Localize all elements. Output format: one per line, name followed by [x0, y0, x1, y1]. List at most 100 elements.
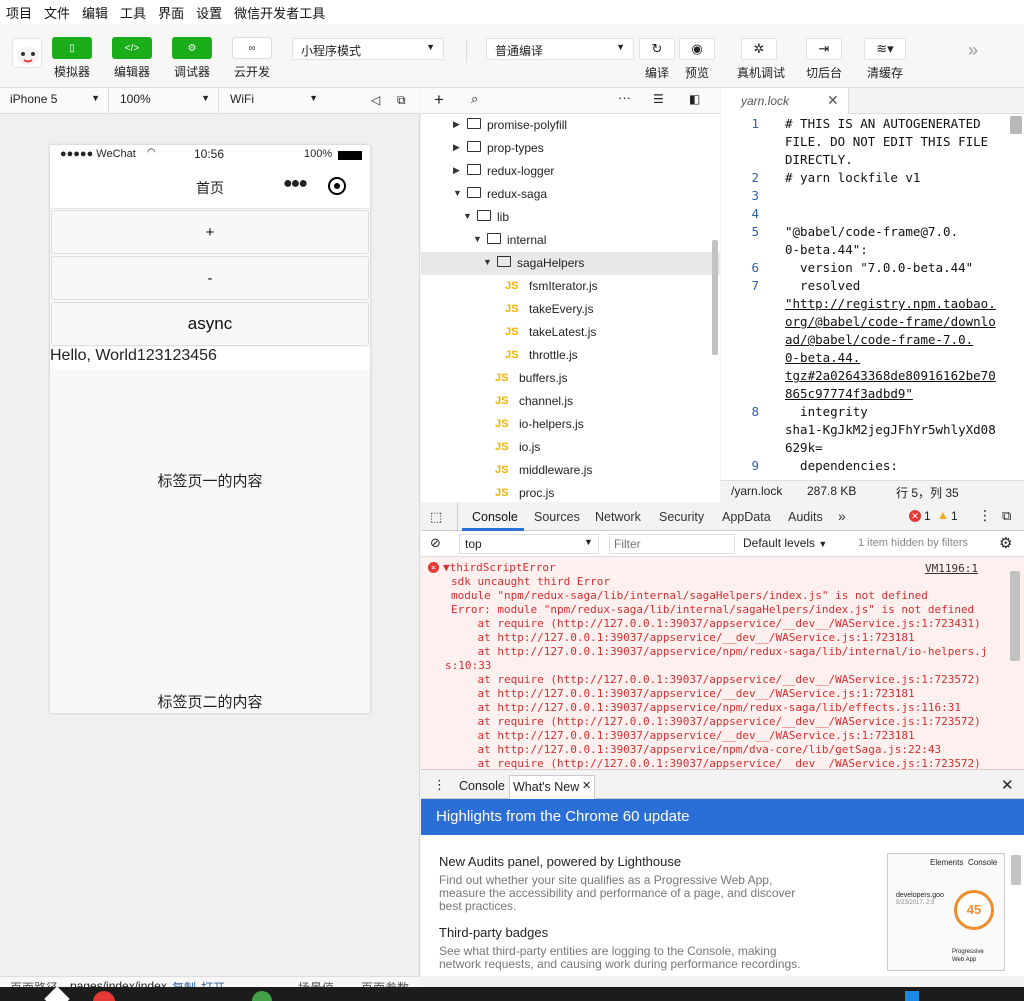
caret-right-icon[interactable]: ▶: [453, 142, 460, 153]
close-icon[interactable]: ✕: [827, 92, 839, 109]
warning-count[interactable]: 1: [951, 509, 958, 523]
increment-button[interactable]: +: [51, 210, 369, 254]
menu-wechat-devtools[interactable]: 微信开发者工具: [228, 3, 331, 22]
search-icon[interactable]: ⌕: [471, 91, 478, 107]
chevron-double-right-icon[interactable]: »: [968, 40, 978, 61]
tab-appdata[interactable]: AppData: [722, 510, 771, 524]
simulator-button[interactable]: ▯ 模拟器: [47, 37, 97, 80]
capsule-close-icon[interactable]: [328, 177, 346, 195]
tree-file[interactable]: JS buffers.js: [421, 367, 720, 390]
clear-console-icon[interactable]: ⊘: [430, 535, 441, 551]
add-icon[interactable]: +: [434, 90, 444, 110]
tab-console[interactable]: Console: [472, 510, 518, 524]
tree-folder[interactable]: ▶ prop-types: [421, 137, 720, 160]
console-filter-input[interactable]: [609, 534, 735, 554]
caret-right-icon[interactable]: ▶: [453, 119, 460, 130]
code-editor[interactable]: 1 # THIS IS AN AUTOGENERATED FILE. DO NOT …: [721, 114, 1024, 480]
collapse-icon[interactable]: ☰: [653, 92, 664, 106]
menu-edit[interactable]: 编辑: [76, 3, 114, 22]
clear-cache-button[interactable]: ≋▾: [864, 38, 906, 60]
error-header[interactable]: ▼thirdScriptError: [443, 561, 556, 574]
tab-network[interactable]: Network: [595, 510, 641, 524]
dock-icon[interactable]: ⧉: [1002, 508, 1011, 524]
cloud-button[interactable]: ∞ 云开发: [227, 37, 277, 80]
app-icon[interactable]: [905, 991, 919, 1001]
tree-file[interactable]: JS takeLatest.js: [421, 321, 720, 344]
log-levels-select[interactable]: Default levels ▼: [743, 536, 827, 550]
console-scrollbar[interactable]: [1010, 571, 1020, 661]
folder-icon: [467, 141, 481, 152]
more-dots-icon[interactable]: ●●●: [283, 175, 308, 193]
start-icon[interactable]: [44, 986, 70, 1001]
news-scrollbar[interactable]: [1011, 855, 1021, 885]
tree-folder[interactable]: ▼ redux-saga: [421, 183, 720, 206]
compile-mode-select[interactable]: 普通编译 ▼: [486, 38, 634, 60]
mute-icon[interactable]: ◁: [371, 93, 380, 107]
app-icon[interactable]: [252, 991, 272, 1001]
kebab-menu-icon[interactable]: ⋮: [978, 507, 992, 524]
menu-tools[interactable]: 工具: [114, 3, 152, 22]
tree-file[interactable]: JS proc.js: [421, 482, 720, 502]
tab-audits[interactable]: Audits: [788, 510, 823, 524]
tree-folder[interactable]: ▼ internal: [421, 229, 720, 252]
error-count[interactable]: 1: [924, 509, 931, 523]
menu-file[interactable]: 文件: [38, 3, 76, 22]
close-drawer-icon[interactable]: ✕: [1001, 776, 1014, 794]
phone-status-bar: ●●●●● WeChat ◠ 10:56 100%: [50, 145, 370, 165]
more-tabs-icon[interactable]: »: [838, 508, 846, 524]
source-link[interactable]: VM1196:1: [925, 562, 978, 575]
menu-view[interactable]: 界面: [152, 3, 190, 22]
mode-select[interactable]: 小程序模式 ▼: [292, 38, 444, 60]
app-icon[interactable]: [93, 991, 115, 1001]
avatar[interactable]: [12, 38, 42, 68]
tab-security[interactable]: Security: [659, 510, 704, 524]
caret-down-icon[interactable]: ▼: [483, 257, 492, 267]
editor-scrollbar[interactable]: [1010, 116, 1022, 134]
tree-folder[interactable]: ▼ lib: [421, 206, 720, 229]
network-select[interactable]: WiFi ▼: [230, 92, 318, 106]
caret-right-icon[interactable]: ▶: [453, 165, 460, 176]
settings-gear-icon[interactable]: ⚙: [999, 534, 1012, 552]
eye-icon: ◉: [691, 41, 703, 56]
tree-folder[interactable]: ▼ sagaHelpers: [421, 252, 720, 275]
preview-button[interactable]: ◉: [679, 38, 715, 60]
tab-sources[interactable]: Sources: [534, 510, 580, 524]
tree-file[interactable]: JS channel.js: [421, 390, 720, 413]
tree-folder[interactable]: ▶ promise-polyfill: [421, 114, 720, 137]
caret-down-icon[interactable]: ▼: [453, 188, 462, 198]
drawer-menu-icon[interactable]: ⋮: [433, 777, 446, 793]
device-select[interactable]: iPhone 5 ▼: [10, 92, 100, 106]
decrement-button[interactable]: -: [51, 256, 369, 300]
tree-file[interactable]: JS io-helpers.js: [421, 413, 720, 436]
sidebar-toggle-icon[interactable]: ◧: [689, 92, 700, 106]
tree-file[interactable]: JS io.js: [421, 436, 720, 459]
avatar-icon: [17, 47, 39, 65]
news-thumbnail: Elements Console developers.goo 5/23/201…: [887, 853, 1005, 971]
tree-scrollbar[interactable]: [712, 240, 718, 355]
editor-tab[interactable]: yarn.lock ✕: [721, 88, 849, 115]
inspect-icon[interactable]: ⬚: [430, 509, 442, 525]
drawer-tab-console[interactable]: Console: [459, 779, 505, 793]
more-icon[interactable]: ···: [618, 90, 631, 105]
editor-button[interactable]: </> 编辑器: [107, 37, 157, 80]
menu-project[interactable]: 项目: [0, 3, 38, 22]
tree-file[interactable]: JS throttle.js: [421, 344, 720, 367]
drawer-tab-whats-new[interactable]: What's New ✕: [509, 775, 595, 799]
console-line: s:10:33: [445, 659, 492, 672]
remote-debug-button[interactable]: ✲: [741, 38, 777, 60]
debugger-button[interactable]: ⚙ 调试器: [167, 37, 217, 80]
async-button[interactable]: async: [51, 302, 369, 346]
popout-icon[interactable]: ⧉: [397, 93, 406, 108]
tree-file[interactable]: JS middleware.js: [421, 459, 720, 482]
caret-down-icon[interactable]: ▼: [463, 211, 472, 221]
background-button[interactable]: ⇥: [806, 38, 842, 60]
tree-file[interactable]: JS takeEvery.js: [421, 298, 720, 321]
menu-settings[interactable]: 设置: [190, 3, 228, 22]
context-select[interactable]: top ▼: [459, 534, 599, 554]
caret-down-icon[interactable]: ▼: [473, 234, 482, 244]
tree-file[interactable]: JS fsmIterator.js: [421, 275, 720, 298]
close-icon[interactable]: ✕: [582, 779, 591, 792]
zoom-select[interactable]: 100% ▼: [120, 92, 210, 106]
tree-folder[interactable]: ▶ redux-logger: [421, 160, 720, 183]
compile-button[interactable]: ↻: [639, 38, 675, 60]
